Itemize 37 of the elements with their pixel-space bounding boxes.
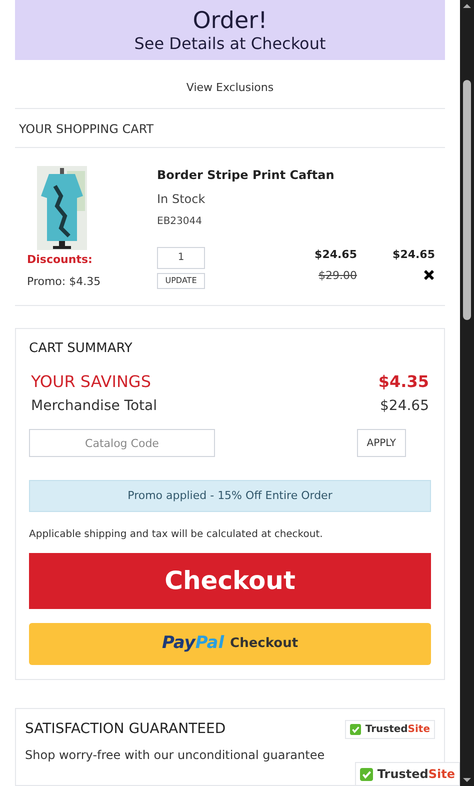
shipping-note: Applicable shipping and tax will be calculated at checkout. [29, 528, 324, 542]
merchandise-total: $24.65 [380, 397, 429, 416]
apply-button[interactable]: APPLY [356, 429, 406, 458]
item-total: $24.65 [392, 246, 435, 263]
badge-text: TrustedSite [377, 766, 455, 783]
item-price: $24.65 [314, 246, 357, 263]
promo-notice: Promo applied - 15% Off Entire Order [29, 480, 431, 512]
trusted-site-badge[interactable]: TrustedSite [355, 762, 460, 786]
promo-discount: Promo: $4.35 [27, 274, 102, 290]
catalog-code-field[interactable]: Catalog Code [29, 429, 215, 458]
checkmark-icon [360, 768, 374, 780]
savings-amount: $4.35 [378, 371, 429, 394]
guarantee-text: Shop worry-free with our unconditional guarantee [25, 747, 326, 764]
summary-title: CART SUMMARY [29, 340, 134, 358]
cart-title: YOUR SHOPPING CART [19, 122, 154, 136]
paypal-logo: PayPal [162, 632, 224, 656]
paypal-checkout-button[interactable]: PayPal Checkout [29, 623, 431, 666]
remove-icon[interactable] [423, 269, 435, 282]
paypal-label: Checkout [230, 635, 298, 654]
original-price: $29.00 [318, 268, 357, 284]
checkout-button[interactable]: Checkout [29, 553, 431, 610]
badge-text: TrustedSite [365, 723, 430, 738]
checkmark-icon [350, 724, 362, 736]
trusted-site-badge[interactable]: TrustedSite [345, 720, 435, 740]
product-name[interactable]: Border Stripe Print Caftan [157, 166, 435, 184]
discounts-label: Discounts: [27, 252, 94, 268]
savings-label: YOUR SAVINGS [31, 371, 151, 394]
product-sku: EB23044 [157, 214, 203, 229]
update-button[interactable]: UPDATE [157, 272, 205, 289]
banner-subline: See Details at Checkout [134, 34, 326, 54]
view-exclusions-link[interactable]: View Exclusions [186, 80, 274, 98]
stock-status: In Stock [157, 190, 206, 208]
guarantee-title: SATISFACTION GUARANTEED [25, 720, 226, 740]
banner-headline: Order! [192, 8, 268, 34]
merchandise-label: Merchandise Total [31, 397, 157, 416]
quantity-field[interactable]: 1 [157, 246, 205, 269]
scrollbar[interactable] [460, 0, 474, 786]
